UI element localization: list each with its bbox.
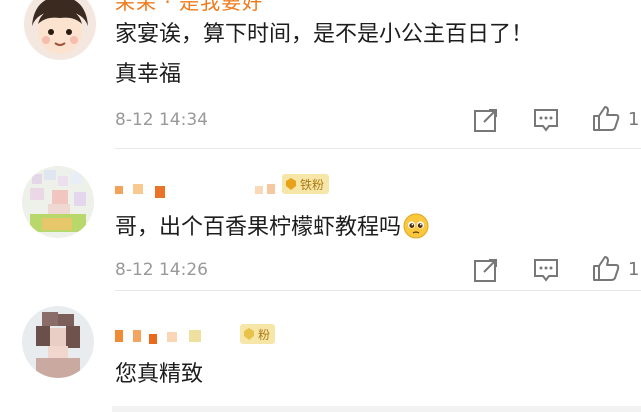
pleading-face-icon — [403, 213, 429, 239]
avatar[interactable] — [24, 0, 96, 60]
blurred-username — [115, 330, 201, 344]
badge-icon — [286, 178, 296, 190]
comment-username[interactable] — [115, 178, 290, 205]
comment-icon[interactable] — [532, 106, 560, 134]
comment-text: 真幸福 — [115, 62, 182, 87]
comment-time: 8-12 14:26 — [115, 260, 208, 280]
badge-icon — [244, 328, 254, 340]
comment-text: 哥，出个百香果柠檬虾教程吗 — [115, 209, 429, 247]
comment-item: 铁粉 哥，出个百香果柠檬虾教程吗 8-12 14:26 1 — [0, 148, 641, 288]
share-icon[interactable] — [472, 256, 500, 284]
avatar[interactable] — [22, 306, 94, 378]
blurred-username — [115, 184, 275, 198]
badge-label: 铁粉 — [300, 177, 325, 192]
comment-text: 您真精致 — [115, 362, 204, 387]
comment-text-content: 哥，出个百香果柠檬虾教程吗 — [115, 215, 402, 240]
like-count: 1 — [628, 109, 640, 130]
fan-badge: 粉 — [240, 324, 276, 344]
comment-icon[interactable] — [532, 256, 560, 284]
fan-badge: 铁粉 — [282, 174, 330, 194]
comment-username[interactable] — [115, 324, 211, 351]
next-comment-preview — [112, 406, 641, 412]
like-icon[interactable] — [592, 254, 620, 282]
comment-text: 家宴诶，算下时间，是不是小公主百日了！ — [115, 22, 534, 47]
comment-item: 呆呆 · 是我要好 家宴诶，算下时间，是不是小公主百日了！ 真幸福 8-12 1… — [0, 0, 641, 148]
avatar[interactable] — [22, 166, 94, 238]
comment-time: 8-12 14:34 — [115, 110, 208, 130]
badge-label: 粉 — [258, 327, 271, 342]
comment-username[interactable]: 呆呆 · 是我要好 — [115, 0, 263, 15]
like-count: 1 — [628, 259, 640, 280]
share-icon[interactable] — [472, 106, 500, 134]
comment-item: 粉 您真精致 — [0, 288, 641, 412]
like-icon[interactable] — [592, 104, 620, 132]
